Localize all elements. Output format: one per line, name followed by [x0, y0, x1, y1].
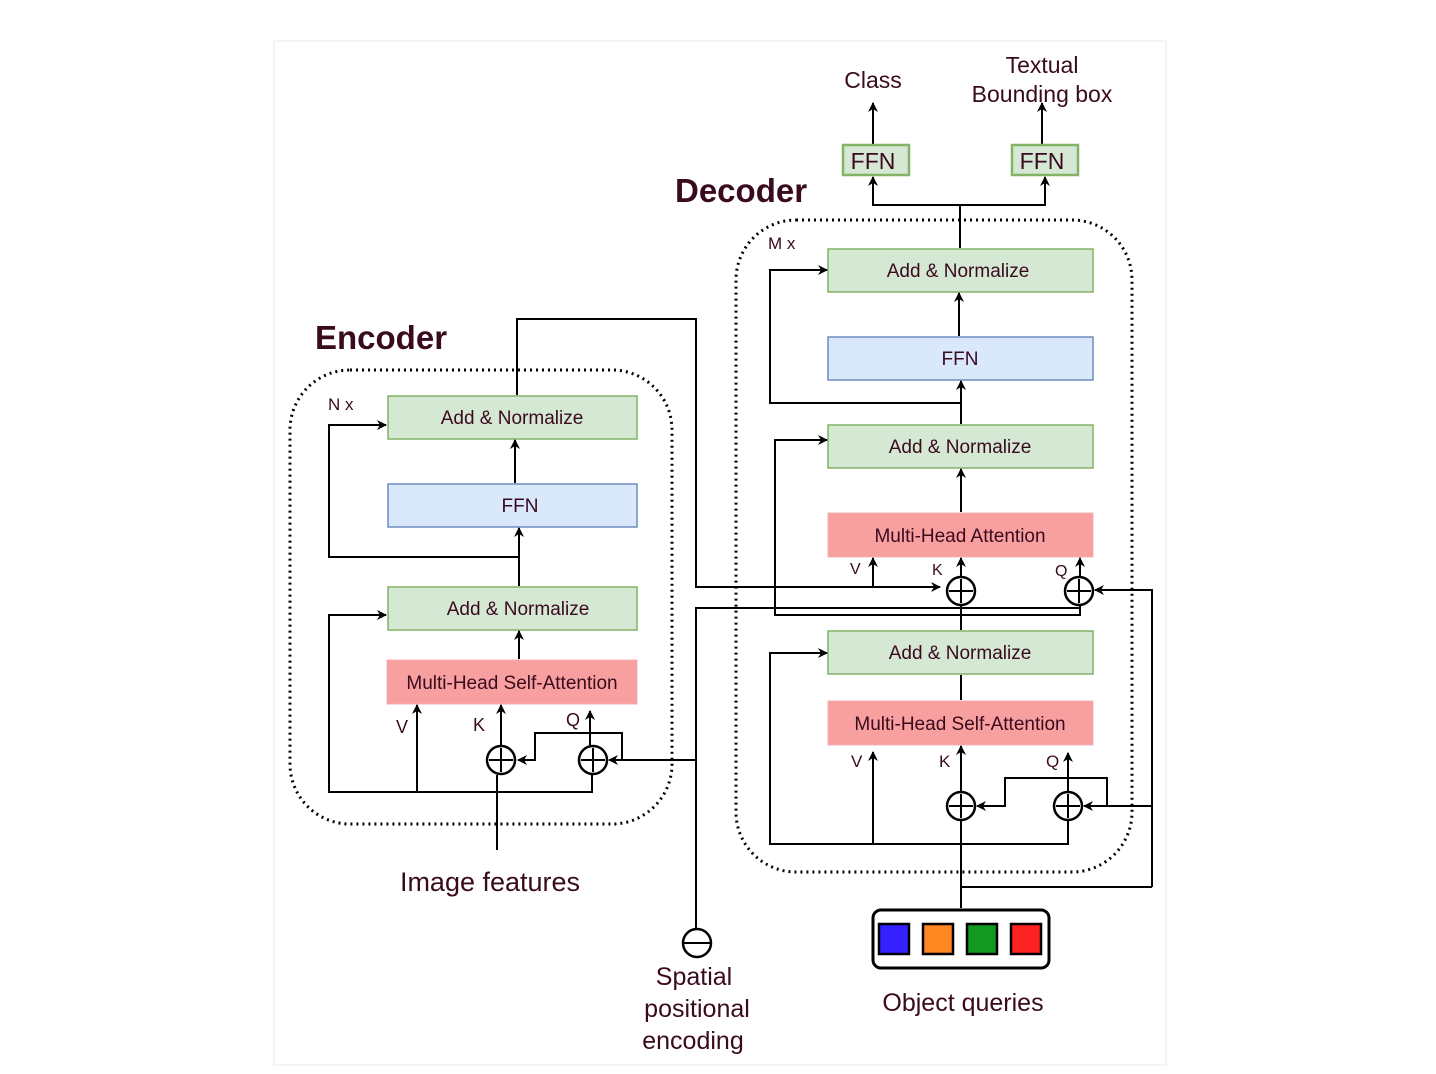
decoder-cross-k-label: K — [932, 562, 943, 579]
object-query-square — [965, 922, 999, 956]
decoder-add-norm-bottom: Add & Normalize — [827, 630, 1094, 675]
class-ffn-label: FFN — [851, 148, 896, 174]
decoder-self-k-label: K — [939, 752, 951, 771]
decoder-self-v-label: V — [851, 752, 863, 771]
decoder-ffn: FFN — [827, 336, 1094, 381]
bbox-output-label-line2: Bounding box — [972, 81, 1113, 107]
object-query-square — [1009, 922, 1043, 956]
encoder-repeat-label: N x — [328, 395, 354, 414]
decoder-repeat-label: M x — [768, 234, 796, 253]
decoder-title: Decoder — [675, 172, 807, 209]
decoder-add-norm-top-label: Add & Normalize — [887, 261, 1030, 282]
encoder-add-norm-bottom-label: Add & Normalize — [447, 599, 590, 620]
decoder-cross-q-label: Q — [1055, 563, 1067, 580]
decoder-self-attention: Multi-Head Self-Attention — [827, 700, 1094, 746]
decoder-add-norm-top: Add & Normalize — [827, 248, 1094, 293]
image-features-label: Image features — [400, 867, 580, 897]
decoder-add-norm-mid-label: Add & Normalize — [889, 437, 1032, 458]
decoder-self-attention-label: Multi-Head Self-Attention — [854, 714, 1065, 735]
encoder-title: Encoder — [315, 319, 447, 356]
decoder-self-q-label: Q — [1046, 752, 1059, 771]
decoder-cross-v-label: V — [850, 561, 861, 578]
object-query-square — [921, 922, 955, 956]
decoder-self-add-q-icon — [1052, 790, 1084, 822]
encoder-ffn-label: FFN — [502, 496, 539, 517]
object-query-square — [877, 922, 911, 956]
encoder-v-label: V — [396, 717, 408, 737]
decoder-ffn-label: FFN — [942, 349, 979, 370]
encoder-add-norm-bottom: Add & Normalize — [387, 586, 638, 631]
encoder-add-norm-top-label: Add & Normalize — [441, 408, 584, 429]
encoder-add-norm-top: Add & Normalize — [387, 395, 638, 440]
encoder-add-q-icon — [577, 744, 609, 776]
object-queries-label: Object queries — [882, 989, 1043, 1017]
decoder-cross-attention-label: Multi-Head Attention — [874, 526, 1045, 547]
class-output-label: Class — [844, 67, 902, 93]
bbox-ffn-label: FFN — [1020, 148, 1065, 174]
encoder-ffn: FFN — [387, 483, 638, 528]
encoder-add-k-icon — [485, 744, 517, 776]
decoder-add-norm-mid: Add & Normalize — [827, 424, 1094, 469]
spatial-encoding-line1: Spatial — [656, 963, 732, 991]
encoder-self-attention-label: Multi-Head Self-Attention — [406, 673, 617, 694]
spatial-encoding-line2: positional — [644, 995, 750, 1023]
bbox-output-label-line1: Textual — [1006, 52, 1079, 78]
detr-architecture-diagram: Encoder N x Add & Normalize FFN Add & No… — [273, 40, 1167, 1066]
encoder-self-attention: Multi-Head Self-Attention — [386, 659, 638, 705]
decoder-cross-attention: Multi-Head Attention — [827, 512, 1094, 558]
decoder-cross-add-k-icon — [945, 575, 977, 607]
encoder-q-label: Q — [566, 710, 580, 730]
spatial-encoding-line3: encoding — [642, 1027, 743, 1055]
bbox-ffn: FFN — [1010, 143, 1080, 177]
decoder-add-norm-bottom-label: Add & Normalize — [889, 643, 1032, 664]
decoder-self-add-k-icon — [945, 790, 977, 822]
encoder-k-label: K — [473, 715, 485, 735]
decoder-cross-add-q-icon — [1063, 575, 1095, 607]
spatial-encoding-icon — [681, 927, 713, 959]
class-ffn: FFN — [841, 143, 911, 177]
